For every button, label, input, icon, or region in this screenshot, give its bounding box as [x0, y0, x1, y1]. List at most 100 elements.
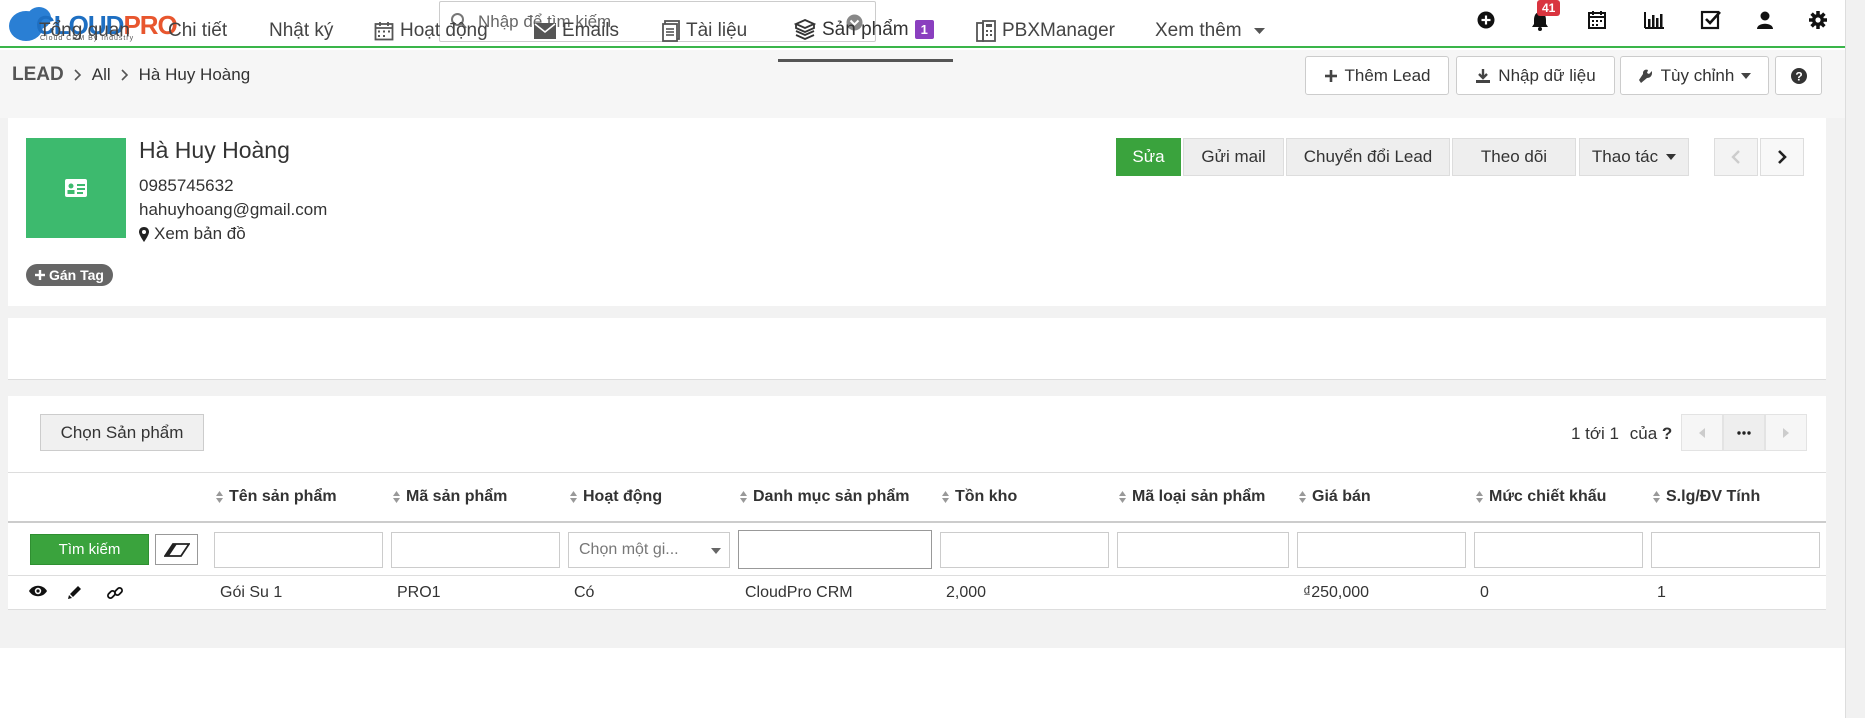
import-data-button[interactable]: Nhập dữ liệu: [1456, 56, 1615, 95]
sort-icon: [216, 491, 223, 503]
user-icon[interactable]: [1756, 10, 1774, 30]
envelope-icon: [534, 23, 556, 39]
filter-price-input[interactable]: [1297, 532, 1466, 568]
breadcrumb-record: Hà Huy Hoàng: [138, 65, 251, 84]
tab-label: Chi tiết: [168, 20, 228, 41]
column-header-qty-unit[interactable]: S.lg/ĐV Tính: [1653, 488, 1760, 506]
column-header-product-code[interactable]: Mã sản phẩm: [393, 488, 507, 506]
column-header-label: Giá bán: [1312, 488, 1371, 505]
cubes-icon: [794, 18, 816, 40]
ellipsis-icon: [1737, 430, 1751, 435]
sort-icon: [1119, 491, 1126, 503]
add-lead-button[interactable]: Thêm Lead: [1305, 56, 1449, 95]
next-page-button[interactable]: [1765, 414, 1807, 451]
clear-filter-button[interactable]: [155, 534, 198, 565]
column-header-label: Tên sản phẩm: [229, 488, 337, 505]
breadcrumb-filter[interactable]: All: [92, 65, 111, 85]
cell-stock: 2,000: [946, 584, 987, 601]
choose-product-button[interactable]: Chọn Sản phẩm: [40, 414, 204, 451]
download-icon: [1476, 68, 1491, 83]
sort-icon: [1476, 491, 1483, 503]
sort-icon: [942, 491, 949, 503]
tab-label: Tổng quan: [39, 20, 130, 41]
phone-icon: [976, 20, 996, 42]
filter-product-type-code-input[interactable]: [1117, 532, 1289, 568]
tab-more[interactable]: Xem thêm: [1155, 0, 1265, 62]
plus-icon: [1324, 69, 1337, 82]
follow-button[interactable]: Theo dõi: [1452, 138, 1576, 176]
column-header-product-type-code[interactable]: Mã loại sản phẩm: [1119, 488, 1265, 506]
filter-active-select[interactable]: Chọn một gi...: [568, 532, 730, 568]
record-tabs: [8, 318, 1826, 380]
convert-lead-button[interactable]: Chuyển đổi Lead: [1286, 138, 1450, 176]
caret-right-icon: [1783, 427, 1789, 438]
customize-dropdown[interactable]: Tùy chỉnh: [1620, 56, 1769, 95]
add-circle-icon[interactable]: [1476, 10, 1496, 30]
assign-tag-button[interactable]: Gán Tag: [26, 264, 113, 286]
breadcrumb-module[interactable]: LEAD: [12, 64, 64, 86]
tab-emails[interactable]: Emails: [534, 0, 619, 62]
add-lead-label: Thêm Lead: [1344, 65, 1431, 85]
filter-qty-unit-input[interactable]: [1651, 532, 1820, 568]
previous-record-button[interactable]: [1714, 138, 1758, 176]
page-jump-button[interactable]: [1723, 414, 1765, 451]
pencil-icon[interactable]: [67, 584, 83, 600]
filter-category-input[interactable]: [738, 530, 932, 569]
cell-discount: 0: [1480, 584, 1489, 601]
page-scrollbar[interactable]: [1845, 0, 1865, 718]
column-header-label: Danh mục sản phẩm: [753, 488, 910, 505]
pagination-total[interactable]: ?: [1662, 424, 1672, 443]
column-header-label: Mã sản phẩm: [406, 488, 508, 505]
pagination-range: 1 tới 1: [1571, 424, 1620, 443]
search-button[interactable]: Tìm kiếm: [30, 534, 149, 565]
caret-down-icon: [1666, 154, 1677, 160]
question-circle-icon: ?: [1790, 67, 1807, 84]
lead-email[interactable]: hahuyhoang@gmail.com: [139, 200, 327, 220]
filter-product-name-input[interactable]: [214, 532, 383, 568]
tab-products[interactable]: Sản phẩm 1: [778, 0, 953, 62]
cell-product-name[interactable]: Gói Su 1: [220, 584, 282, 602]
next-record-button[interactable]: [1760, 138, 1804, 176]
filter-discount-input[interactable]: [1474, 532, 1643, 568]
product-count-badge: 1: [914, 20, 934, 39]
tab-history[interactable]: Nhật ký: [269, 0, 333, 62]
tab-overview[interactable]: Tổng quan: [39, 0, 130, 62]
contact-card-icon: [65, 179, 87, 197]
column-header-label: S.lg/ĐV Tính: [1666, 488, 1761, 505]
filter-stock-input[interactable]: [940, 532, 1109, 568]
help-button[interactable]: ?: [1775, 56, 1822, 95]
tab-activities[interactable]: Hoạt động: [374, 0, 488, 62]
column-header-active[interactable]: Hoạt động: [570, 488, 662, 506]
column-header-price[interactable]: Giá bán: [1299, 488, 1371, 506]
send-mail-button[interactable]: Gửi mail: [1183, 138, 1284, 176]
view-map-link[interactable]: Xem bản đồ: [139, 224, 246, 244]
search-input[interactable]: [478, 10, 828, 34]
more-actions-dropdown[interactable]: Thao tác: [1579, 138, 1689, 176]
filter-product-code-input[interactable]: [391, 532, 560, 568]
lead-phone[interactable]: 0985745632: [139, 176, 234, 196]
unlink-icon[interactable]: [106, 584, 124, 602]
calendar-icon[interactable]: [1587, 10, 1607, 30]
view-map-label: Xem bản đồ: [154, 224, 246, 243]
tab-documents[interactable]: Tài liệu: [662, 0, 747, 62]
gear-icon[interactable]: [1808, 10, 1828, 30]
column-header-category[interactable]: Danh mục sản phẩm: [740, 488, 909, 506]
tab-label: Xem thêm: [1155, 20, 1242, 41]
eye-icon[interactable]: [28, 584, 48, 598]
tab-details[interactable]: Chi tiết: [168, 0, 227, 62]
more-actions-label: Thao tác: [1591, 147, 1659, 166]
column-header-label: Mã loại sản phẩm: [1132, 488, 1266, 505]
column-header-product-name[interactable]: Tên sản phẩm: [216, 488, 337, 506]
tab-pbxmanager[interactable]: PBXManager: [976, 0, 1115, 62]
column-header-discount[interactable]: Mức chiết khấu: [1476, 488, 1606, 506]
column-header-stock[interactable]: Tồn kho: [942, 488, 1017, 506]
checkbox-task-icon[interactable]: [1700, 10, 1722, 30]
chevron-left-icon: [1731, 150, 1740, 164]
caret-down-icon: [711, 548, 721, 554]
caret-down-icon: [1741, 72, 1752, 79]
column-header-label: Hoạt động: [583, 488, 663, 505]
edit-button[interactable]: Sửa: [1116, 138, 1181, 176]
bar-chart-icon[interactable]: [1643, 10, 1665, 30]
prev-page-button[interactable]: [1681, 414, 1723, 451]
tab-label: Hoạt động: [400, 20, 488, 41]
